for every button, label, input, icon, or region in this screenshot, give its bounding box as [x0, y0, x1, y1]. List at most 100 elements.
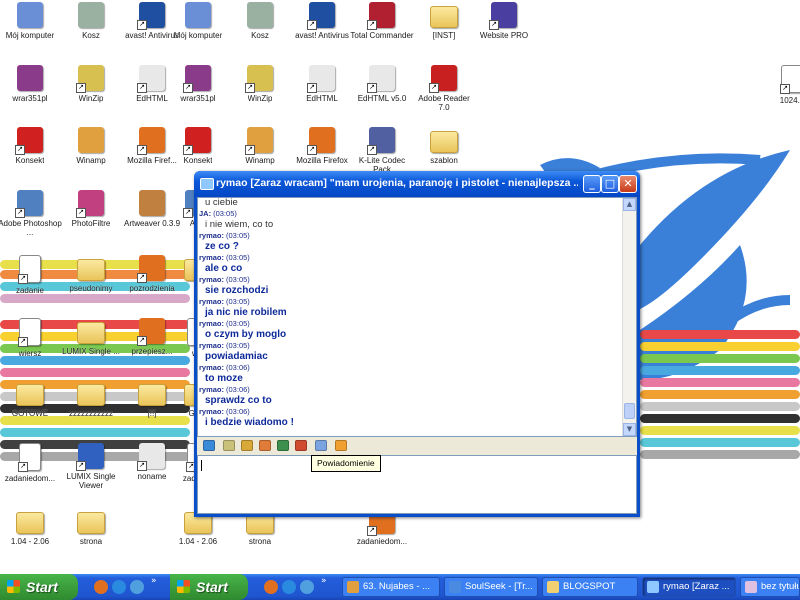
scroll-up-arrow-icon[interactable]: ▲ — [623, 198, 636, 211]
desktop-icon[interactable]: ↗ PhotoFiltre — [59, 190, 123, 248]
task-label: 63. Nujabes - ... — [363, 581, 431, 592]
desktop-icon-label: wrar351pl — [180, 94, 216, 103]
desktop-icon-label: zadanie — [15, 286, 45, 295]
message-scrollbar[interactable]: ▲ ▼ — [622, 198, 636, 436]
wallpaper-stripe — [640, 366, 800, 375]
shortcut-arrow-icon: ↗ — [137, 273, 147, 283]
desktop-icon[interactable]: wrar351pl — [0, 65, 62, 123]
desktop-icon[interactable]: ↗ Konsekt — [0, 127, 62, 185]
desktop-icon[interactable]: ↗ wrar351pl — [166, 65, 230, 123]
taskbar-task-button[interactable]: 63. Nujabes - ... — [342, 577, 440, 597]
chat-app-icon — [200, 178, 214, 190]
desktop-icon[interactable]: ↗ Adobe Photoshop ... — [0, 190, 62, 248]
messenger-quicklaunch-icon[interactable] — [130, 580, 144, 594]
desktop-icon[interactable]: Mój komputer — [166, 2, 230, 60]
chat-window[interactable]: rymao [Zaraz wracam] "mam urojenia, para… — [194, 171, 640, 517]
message-sender: rymao: — [199, 341, 225, 350]
shortcut-arrow-icon: ↗ — [780, 84, 790, 94]
scroll-thumb[interactable] — [624, 403, 635, 419]
close-button[interactable]: ✕ — [619, 175, 637, 193]
emoticon-icon[interactable] — [241, 440, 253, 451]
message-header: rymao: (03:05) — [199, 296, 624, 307]
desktop-icon[interactable]: zzzzzzzzzzz — [59, 380, 123, 438]
taskbar-task-button[interactable]: SoulSeek - [Tr... — [444, 577, 538, 597]
desktop-icon-label: strona — [248, 537, 272, 546]
firefox-quicklaunch-icon[interactable] — [264, 580, 278, 594]
scroll-down-arrow-icon[interactable]: ▼ — [623, 423, 636, 436]
document-icon: ↗ — [18, 255, 41, 284]
recycle-bin-icon — [247, 2, 273, 28]
desktop-icon[interactable]: Kosz — [59, 2, 123, 60]
message-history[interactable]: u ciebie JA: (03:05) i nie wiem, co to ryma… — [197, 197, 637, 437]
desktop-icon-label: LUMIX Single ... — [62, 347, 120, 356]
quicklaunch-more-icon[interactable]: » — [151, 576, 157, 586]
send-file-icon[interactable] — [203, 440, 215, 451]
desktop-icon[interactable]: ↗ wiersz — [0, 318, 62, 376]
adobe-reader-icon: ↗ — [429, 65, 457, 93]
desktop-icon[interactable]: ↗ EdHTML v5.0 — [350, 65, 414, 123]
chat-titlebar[interactable]: rymao [Zaraz wracam] "mam urojenia, para… — [194, 171, 640, 197]
desktop-icon-label: EdHTML — [136, 94, 168, 103]
desktop-icon[interactable]: GOTOWE — [0, 380, 62, 438]
task-app-icon — [449, 581, 461, 593]
desktop-icon[interactable]: ↗ Total Commander — [350, 2, 414, 60]
shortcut-arrow-icon: ↗ — [76, 208, 86, 218]
taskbar-task-button[interactable]: rymao [Zaraz ... — [642, 577, 736, 597]
taskbar-task-button[interactable]: bez tytułu — [740, 577, 800, 597]
history-icon[interactable] — [295, 440, 307, 451]
message-header: JA: (03:05) — [199, 208, 624, 219]
desktop-icon[interactable]: ↗ LUMIX Single Viewer — [59, 443, 123, 501]
image-icon[interactable] — [259, 440, 271, 451]
ie-quicklaunch-icon[interactable] — [282, 580, 296, 594]
message-text: ja nic nie robilem — [205, 307, 287, 318]
messenger-quicklaunch-icon[interactable] — [300, 580, 314, 594]
sound-icon[interactable] — [277, 440, 289, 451]
wallpaper-stripe — [640, 330, 800, 339]
desktop-icon[interactable]: ↗ zadaniedom... — [0, 443, 62, 501]
desktop-icon-label: noname — [137, 472, 167, 481]
start-button-duplicate[interactable]: Start — [170, 574, 248, 600]
message-text: i bedzie wiadomo ! — [205, 417, 294, 428]
desktop-icon[interactable]: ↗ Adobe Reader 7.0 — [412, 65, 476, 123]
desktop-icon[interactable]: pseudonimy — [59, 255, 123, 313]
envelope-icon[interactable] — [335, 440, 347, 451]
desktop-icon[interactable]: [INST] — [412, 2, 476, 60]
task-label: bez tytułu — [761, 581, 800, 592]
desktop-icon-label: WinZip — [78, 94, 104, 103]
shortcut-arrow-icon: ↗ — [137, 20, 147, 30]
desktop-icon[interactable]: ↗ 1024... — [760, 65, 800, 123]
shortcut-arrow-icon: ↗ — [367, 526, 377, 536]
desktop-icon[interactable]: ↗ avast! Antivirus — [290, 2, 354, 60]
firefox-quicklaunch-icon[interactable] — [94, 580, 108, 594]
desktop-icon[interactable]: ↗ EdHTML — [290, 65, 354, 123]
website-pro-icon: ↗ — [489, 2, 517, 30]
avast-icon: ↗ — [307, 2, 335, 30]
desktop-icon[interactable]: Kosz — [228, 2, 292, 60]
desktop-icon[interactable]: ↗ WinZip — [59, 65, 123, 123]
desktop-icon[interactable]: LUMIX Single ... — [59, 318, 123, 376]
maximize-button[interactable]: □ — [601, 175, 619, 193]
contact-card-icon[interactable] — [223, 440, 235, 451]
ie-quicklaunch-icon[interactable] — [112, 580, 126, 594]
taskbar-task-button[interactable]: BLOGSPOT — [542, 577, 638, 597]
desktop-icon-label: Website PRO — [479, 31, 529, 40]
desktop-icon[interactable]: 1.04 - 2.06 — [0, 508, 62, 566]
message-input[interactable] — [197, 455, 637, 514]
start-button[interactable]: Start — [0, 574, 78, 600]
konsekt-icon: ↗ — [15, 127, 43, 155]
quicklaunch-more-icon[interactable]: » — [321, 576, 327, 586]
text-caret — [201, 460, 202, 471]
desktop-icon[interactable]: ↗ Website PRO — [472, 2, 536, 60]
notify-icon[interactable] — [315, 440, 327, 451]
desktop-icon[interactable]: Mój komputer — [0, 2, 62, 60]
desktop-icon[interactable]: strona — [59, 508, 123, 566]
message-time: (03:06) — [226, 385, 250, 394]
edhtml-icon: ↗ — [367, 65, 395, 93]
desktop-icon[interactable]: ↗ zadanie — [0, 255, 62, 313]
message-sender: rymao: — [199, 297, 225, 306]
message-header: rymao: (03:05) — [199, 230, 624, 241]
minimize-button[interactable]: _ — [583, 175, 601, 193]
desktop-icon[interactable]: Winamp — [59, 127, 123, 185]
desktop-icon-label: Mój komputer — [173, 31, 223, 40]
desktop-icon[interactable]: ↗ WinZip — [228, 65, 292, 123]
